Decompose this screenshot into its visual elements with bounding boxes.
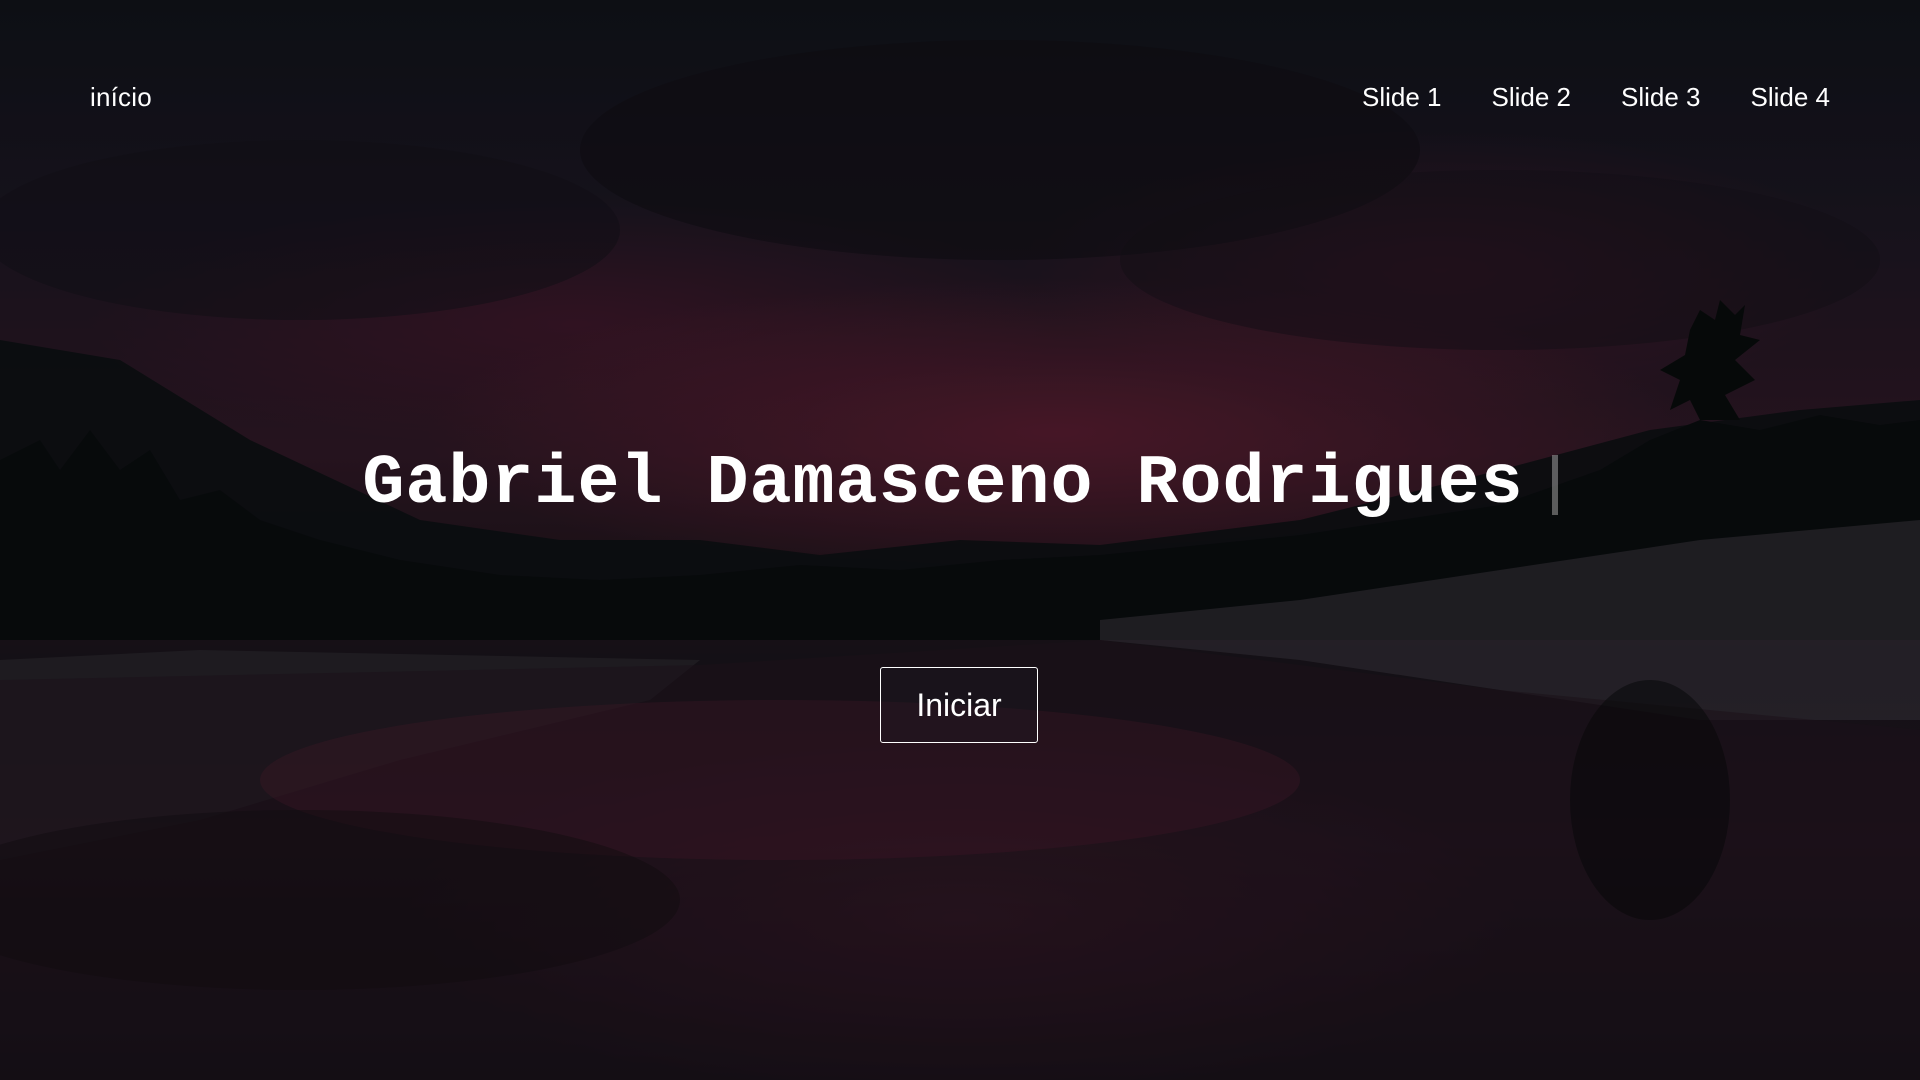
background-dim-overlay bbox=[0, 0, 1920, 1080]
hero-title-container: Gabriel Damasceno Rodrigues bbox=[0, 445, 1920, 524]
start-button[interactable]: Iniciar bbox=[880, 667, 1038, 743]
nav-link-slide-3[interactable]: Slide 3 bbox=[1621, 82, 1701, 113]
nav-link-slide-2[interactable]: Slide 2 bbox=[1492, 82, 1572, 113]
nav-link-slide-1[interactable]: Slide 1 bbox=[1362, 82, 1442, 113]
nav-home-link[interactable]: início bbox=[90, 82, 152, 113]
nav-link-slide-4[interactable]: Slide 4 bbox=[1751, 82, 1831, 113]
hero-title: Gabriel Damasceno Rodrigues bbox=[362, 445, 1524, 524]
top-navigation: Slide 1 Slide 2 Slide 3 Slide 4 bbox=[1362, 82, 1830, 113]
hero-section: início Slide 1 Slide 2 Slide 3 Slide 4 G… bbox=[0, 0, 1920, 1080]
typing-cursor bbox=[1551, 454, 1558, 515]
